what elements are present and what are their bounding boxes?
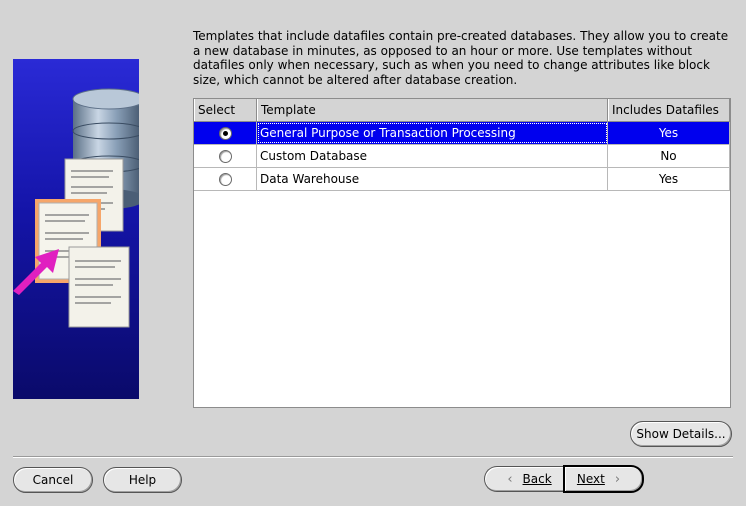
show-details-label: Show Details... [636, 427, 726, 441]
select-cell[interactable] [194, 168, 257, 190]
description-text: Templates that include datafiles contain… [193, 29, 729, 87]
cancel-button[interactable]: Cancel [13, 467, 93, 493]
divider [13, 456, 733, 458]
back-label: Back [522, 472, 552, 486]
table-row[interactable]: Data Warehouse Yes [194, 168, 730, 191]
includes-datafiles-value: Yes [608, 122, 730, 144]
chevron-right-icon: › [614, 471, 621, 487]
radio-button[interactable] [218, 173, 232, 186]
table-header: Select Template Includes Datafiles [194, 99, 730, 122]
column-header-includes-datafiles[interactable]: Includes Datafiles [608, 99, 730, 121]
table-row[interactable]: Custom Database No [194, 145, 730, 168]
cancel-label: Cancel [32, 473, 74, 487]
next-label: Next [576, 472, 605, 486]
includes-datafiles-value: Yes [608, 168, 730, 190]
select-cell[interactable] [194, 122, 257, 144]
chevron-left-icon: ‹ [507, 471, 513, 487]
select-cell[interactable] [194, 145, 257, 167]
template-name[interactable]: General Purpose or Transaction Processin… [257, 122, 608, 144]
wizard-illustration [13, 59, 139, 399]
column-header-template[interactable]: Template [257, 99, 608, 121]
template-name[interactable]: Custom Database [257, 145, 608, 167]
template-name[interactable]: Data Warehouse [257, 168, 608, 190]
includes-datafiles-value: No [608, 145, 730, 167]
radio-button[interactable] [218, 150, 232, 163]
radio-button[interactable] [218, 127, 232, 140]
template-table: Select Template Includes Datafiles Gener… [193, 98, 731, 408]
next-button[interactable]: Next › [563, 465, 644, 493]
help-label: Help [128, 473, 157, 487]
help-button[interactable]: Help [103, 467, 182, 493]
column-header-select[interactable]: Select [194, 99, 257, 121]
back-button[interactable]: ‹ Back [484, 466, 564, 492]
show-details-button[interactable]: Show Details... [630, 421, 732, 447]
database-documents-icon [13, 88, 139, 328]
table-row[interactable]: General Purpose or Transaction Processin… [194, 122, 730, 145]
